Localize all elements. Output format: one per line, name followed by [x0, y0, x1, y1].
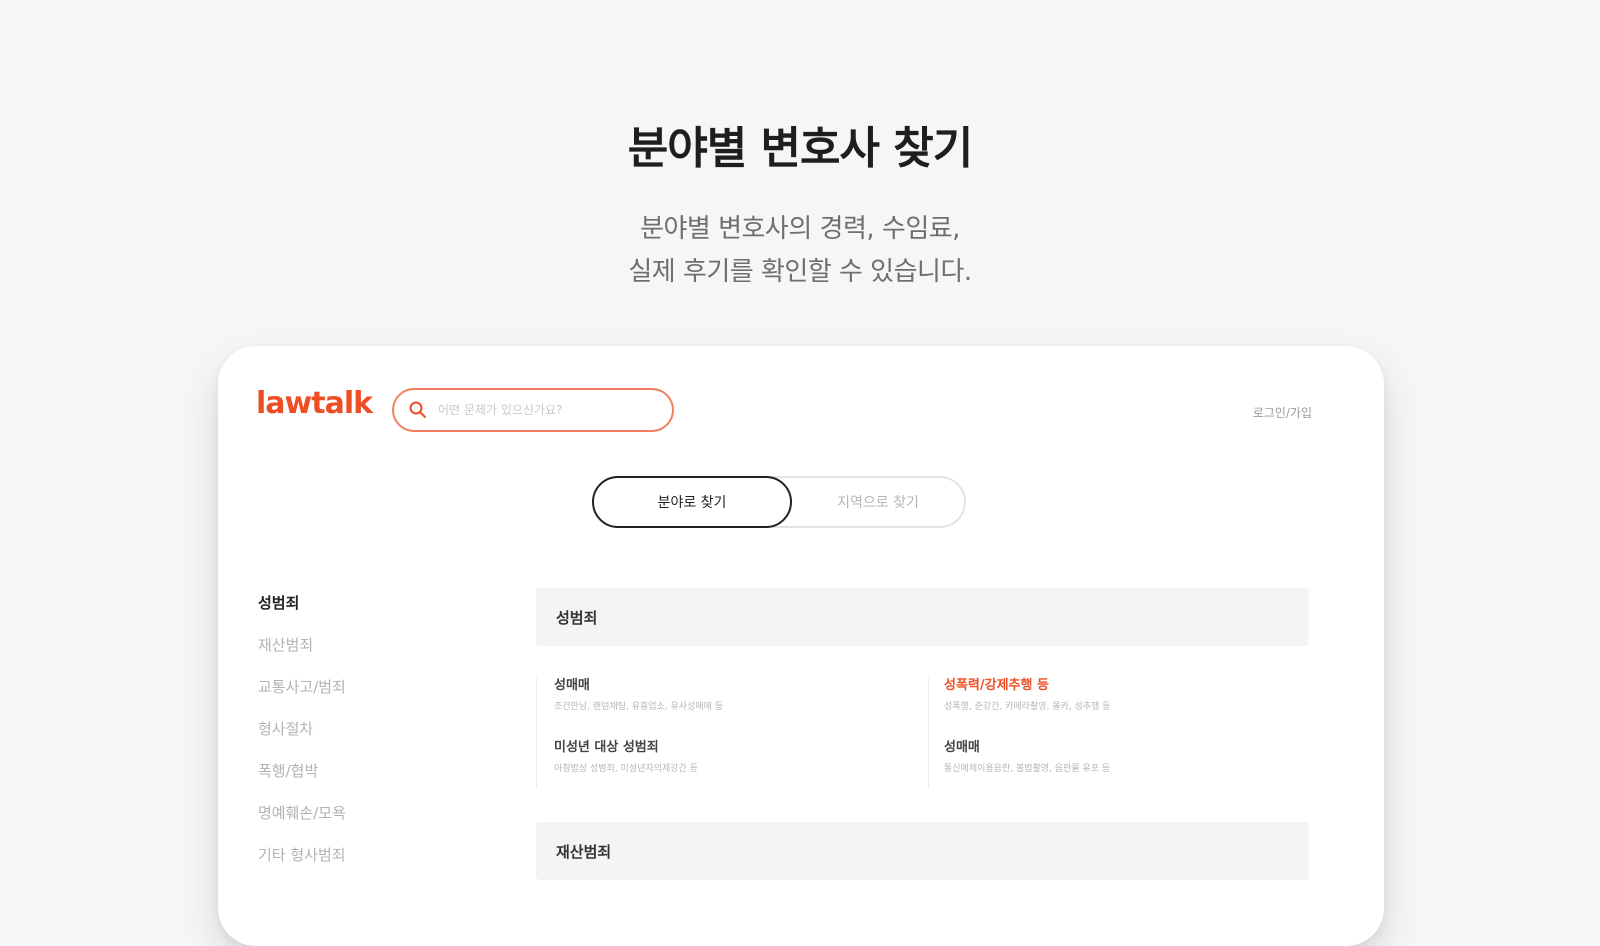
category-title: 성매매 [944, 740, 980, 755]
column-divider [928, 678, 929, 788]
hero-subtitle-line2: 실제 후기를 확인할 수 있습니다. [628, 257, 972, 287]
tab-by-field[interactable]: 분야로 찾기 [592, 476, 792, 528]
category-item[interactable]: 성매매 조건만남, 랜덤채팅, 유흥업소, 유사성매매 등 [554, 674, 723, 712]
sidebar-nav: 성범죄 재산범죄 교통사고/범죄 형사절차 폭행/협박 명예훼손/모욕 기타 형… [258, 592, 346, 886]
category-item[interactable]: 미성년 대상 성범죄 아청법상 성범죄, 미성년자의제강간 등 [554, 736, 698, 774]
hero-title: 분야별 변호사 찾기 [627, 123, 973, 174]
sidebar-item-sex-crime[interactable]: 성범죄 [258, 592, 346, 634]
search-icon [409, 401, 426, 418]
sidebar-item-assault[interactable]: 폭행/협박 [258, 760, 346, 802]
section-header-sex-crime: 성범죄 [536, 588, 1309, 646]
search-box[interactable] [392, 388, 674, 432]
login-signup-link[interactable]: 로그인/가입 [1253, 404, 1312, 421]
search-mode-toggle: 분야로 찾기 지역으로 찾기 [592, 476, 966, 528]
category-title: 성매매 [554, 678, 590, 693]
hero-subtitle-line1: 분야별 변호사의 경력, 수임료, [640, 214, 960, 244]
category-desc: 통신매체이용음란, 불법촬영, 음란물 유포 등 [944, 764, 1111, 774]
category-desc: 성폭행, 준강간, 카메라촬영, 몰카, 성추행 등 [944, 702, 1111, 712]
sidebar-item-defamation[interactable]: 명예훼손/모욕 [258, 802, 346, 844]
sidebar-item-criminal-procedure[interactable]: 형사절차 [258, 718, 346, 760]
section-header-property-crime: 재산범죄 [536, 822, 1309, 880]
lawtalk-logo[interactable]: lawtalk [256, 386, 373, 421]
category-desc: 아청법상 성범죄, 미성년자의제강간 등 [554, 764, 698, 774]
sidebar-item-other-crime[interactable]: 기타 형사범죄 [258, 844, 346, 886]
category-desc: 조건만남, 랜덤채팅, 유흥업소, 유사성매매 등 [554, 702, 724, 712]
hero-subtitle: 분야별 변호사의 경력, 수임료, 실제 후기를 확인할 수 있습니다. [0, 208, 1600, 294]
search-input[interactable] [436, 402, 660, 418]
category-item[interactable]: 성매매 통신매체이용음란, 불법촬영, 음란물 유포 등 [944, 736, 1110, 774]
sidebar-item-traffic[interactable]: 교통사고/범죄 [258, 676, 346, 718]
tab-by-region[interactable]: 지역으로 찾기 [790, 476, 966, 528]
column-divider [536, 678, 537, 788]
category-title: 성폭력/강제추행 등 [944, 678, 1049, 693]
category-title: 미성년 대상 성범죄 [554, 740, 659, 755]
app-screen: lawtalk 로그인/가입 분야로 찾기 지역으로 찾기 성범죄 재산범죄 교… [218, 346, 1384, 946]
category-item[interactable]: 성폭력/강제추행 등 성폭행, 준강간, 카메라촬영, 몰카, 성추행 등 [944, 674, 1111, 712]
sidebar-item-property-crime[interactable]: 재산범죄 [258, 634, 346, 676]
